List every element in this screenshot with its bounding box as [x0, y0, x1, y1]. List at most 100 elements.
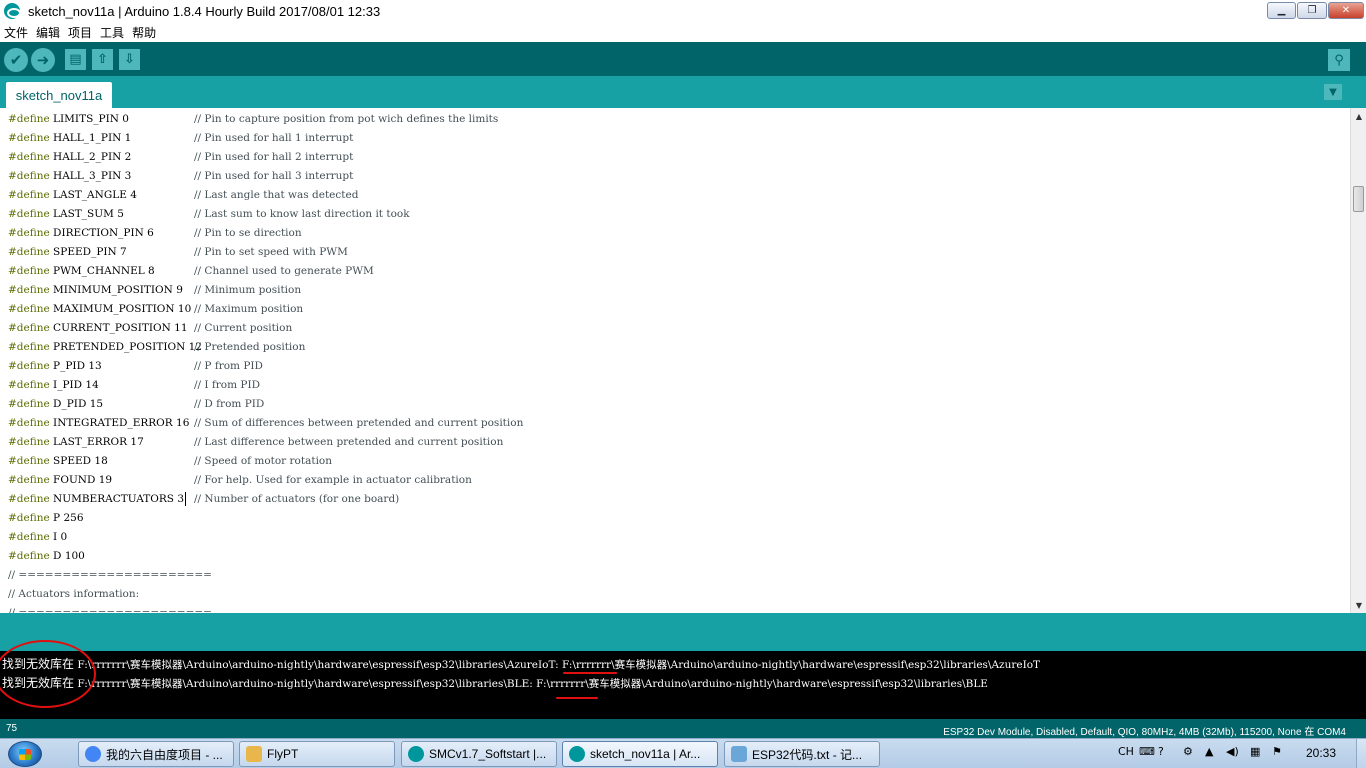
chevron-down-icon: ▼	[1329, 86, 1337, 98]
code-comment: // For help. Used for example in actuato…	[194, 474, 472, 486]
keyboard-icon[interactable]: ⌨	[1139, 745, 1155, 758]
clock[interactable]: 20:33	[1306, 746, 1336, 760]
taskbar-item[interactable]: sketch_nov11a | Ar...	[562, 741, 718, 767]
code-line[interactable]: // Actuators information:	[8, 585, 139, 604]
scroll-thumb[interactable]	[1353, 186, 1364, 212]
task-label: FlyPT	[267, 747, 299, 761]
notepad-icon	[731, 746, 747, 762]
code-line[interactable]: #define P 256	[8, 509, 84, 528]
code-text: CURRENT_POSITION 11	[49, 322, 188, 334]
taskbar-item[interactable]: FlyPT	[239, 741, 395, 767]
code-comment: // Pin used for hall 1 interrupt	[194, 132, 354, 144]
minimize-button[interactable]: ▁	[1267, 2, 1296, 19]
code-line[interactable]: #define SPEED 18	[8, 452, 108, 471]
code-line[interactable]: // ======================	[8, 566, 212, 585]
taskbar-item[interactable]: 我的六自由度项目 - ...	[78, 741, 234, 767]
code-keyword: #define	[8, 208, 50, 220]
serial-monitor-button[interactable]: ⚲	[1328, 49, 1350, 71]
code-line[interactable]: #define P_PID 13	[8, 357, 102, 376]
task-label: sketch_nov11a | Ar...	[590, 747, 701, 761]
editor-scrollbar[interactable]: ▲ ▼	[1350, 108, 1366, 613]
code-comment: // Pin to se direction	[194, 227, 302, 239]
help-icon[interactable]: ?	[1158, 745, 1164, 758]
new-button[interactable]: ▤	[65, 49, 86, 70]
show-desktop-button[interactable]	[1356, 739, 1366, 768]
folder-icon	[246, 746, 262, 762]
code-line[interactable]: // ======================	[8, 604, 212, 613]
code-keyword: #define	[8, 132, 50, 144]
menu-file[interactable]: 文件	[0, 24, 32, 41]
upload-button[interactable]: ➜	[31, 48, 55, 72]
arrow-up-icon: ⇧	[97, 52, 108, 67]
save-button[interactable]: ⇩	[119, 49, 140, 70]
close-button[interactable]: ✕	[1328, 2, 1364, 19]
code-line[interactable]: #define LAST_ANGLE 4	[8, 186, 137, 205]
tab-sketch[interactable]: sketch_nov11a	[6, 82, 112, 108]
console-output: 找到无效库在 F:\rrrrrrr\赛车模拟器\Arduino\arduino-…	[0, 651, 1366, 719]
code-line[interactable]: #define LIMITS_PIN 0	[8, 110, 129, 129]
verify-button[interactable]: ✔	[4, 48, 28, 72]
code-line[interactable]: #define NUMBERACTUATORS 3	[8, 490, 187, 509]
maximize-button[interactable]: ❐	[1297, 2, 1327, 19]
code-keyword: #define	[8, 360, 50, 372]
tray-expand-icon[interactable]: ▲	[1205, 745, 1213, 758]
status-bar: 75 ESP32 Dev Module, Disabled, Default, …	[0, 719, 1366, 738]
menu-sketch[interactable]: 项目	[64, 24, 96, 41]
code-text: SPEED 18	[49, 455, 108, 467]
code-keyword: #define	[8, 436, 50, 448]
magnifier-icon: ⚲	[1334, 52, 1344, 68]
code-keyword: #define	[8, 512, 50, 524]
code-line[interactable]: #define PWM_CHANNEL 8	[8, 262, 155, 281]
menu-help[interactable]: 帮助	[128, 24, 160, 41]
menu-edit[interactable]: 编辑	[32, 24, 64, 41]
scroll-down-arrow-icon[interactable]: ▼	[1351, 597, 1366, 613]
console-path: F:\rrrrrrr\赛车模拟器\Arduino\arduino-nightly…	[74, 659, 1041, 671]
code-line[interactable]: #define D_PID 15	[8, 395, 103, 414]
code-comment: // Current position	[194, 322, 293, 334]
code-line[interactable]: #define CURRENT_POSITION 11	[8, 319, 188, 338]
tab-menu-button[interactable]: ▼	[1324, 84, 1342, 100]
code-line[interactable]: #define PRETENDED_POSITION 12	[8, 338, 202, 357]
volume-icon[interactable]: ◀)	[1226, 745, 1239, 758]
code-line[interactable]: #define MINIMUM_POSITION 9	[8, 281, 183, 300]
code-text: LAST_ANGLE 4	[49, 189, 137, 201]
taskbar-item[interactable]: SMCv1.7_Softstart |...	[401, 741, 557, 767]
code-keyword: #define	[8, 379, 50, 391]
code-text: I_PID 14	[49, 379, 99, 391]
network-icon[interactable]: ▦	[1250, 745, 1260, 758]
taskbar-item[interactable]: ESP32代码.txt - 记...	[724, 741, 880, 767]
code-text: P_PID 13	[49, 360, 102, 372]
code-text: HALL_2_PIN 2	[49, 151, 132, 163]
flag-icon[interactable]: ⚑	[1272, 745, 1282, 758]
code-line[interactable]: #define D 100	[8, 547, 85, 566]
code-line[interactable]: #define LAST_SUM 5	[8, 205, 124, 224]
settings-icon[interactable]: ⚙	[1183, 745, 1193, 758]
code-line[interactable]: #define MAXIMUM_POSITION 10	[8, 300, 191, 319]
code-keyword: #define	[8, 550, 50, 562]
open-button[interactable]: ⇧	[92, 49, 113, 70]
code-comment: // Last angle that was detected	[194, 189, 359, 201]
menu-tools[interactable]: 工具	[96, 24, 128, 41]
code-line[interactable]: #define LAST_ERROR 17	[8, 433, 144, 452]
code-line[interactable]: #define HALL_3_PIN 3	[8, 167, 131, 186]
code-comment: // Maximum position	[194, 303, 304, 315]
code-comment: // I from PID	[194, 379, 261, 391]
start-button[interactable]	[8, 741, 42, 767]
toolbar: ✔ ➜ ▤ ⇧ ⇩ ⚲	[0, 42, 1366, 76]
code-line[interactable]: #define I 0	[8, 528, 67, 547]
code-line[interactable]: #define I_PID 14	[8, 376, 99, 395]
code-line[interactable]: #define SPEED_PIN 7	[8, 243, 127, 262]
code-comment: // Pretended position	[194, 341, 306, 353]
code-line[interactable]: #define INTEGRATED_ERROR 16	[8, 414, 189, 433]
scroll-up-arrow-icon[interactable]: ▲	[1351, 108, 1366, 124]
code-line[interactable]: #define FOUND 19	[8, 471, 112, 490]
code-line[interactable]: #define HALL_2_PIN 2	[8, 148, 131, 167]
code-line[interactable]: #define HALL_1_PIN 1	[8, 129, 131, 148]
code-keyword: #define	[8, 531, 50, 543]
code-text: INTEGRATED_ERROR 16	[49, 417, 190, 429]
code-keyword: #define	[8, 227, 50, 239]
ime-indicator[interactable]: CH	[1118, 745, 1134, 758]
code-editor[interactable]: #define LIMITS_PIN 0 // Pin to capture po…	[0, 108, 1350, 613]
tab-bar: sketch_nov11a ▼	[0, 76, 1366, 108]
code-line[interactable]: #define DIRECTION_PIN 6	[8, 224, 154, 243]
